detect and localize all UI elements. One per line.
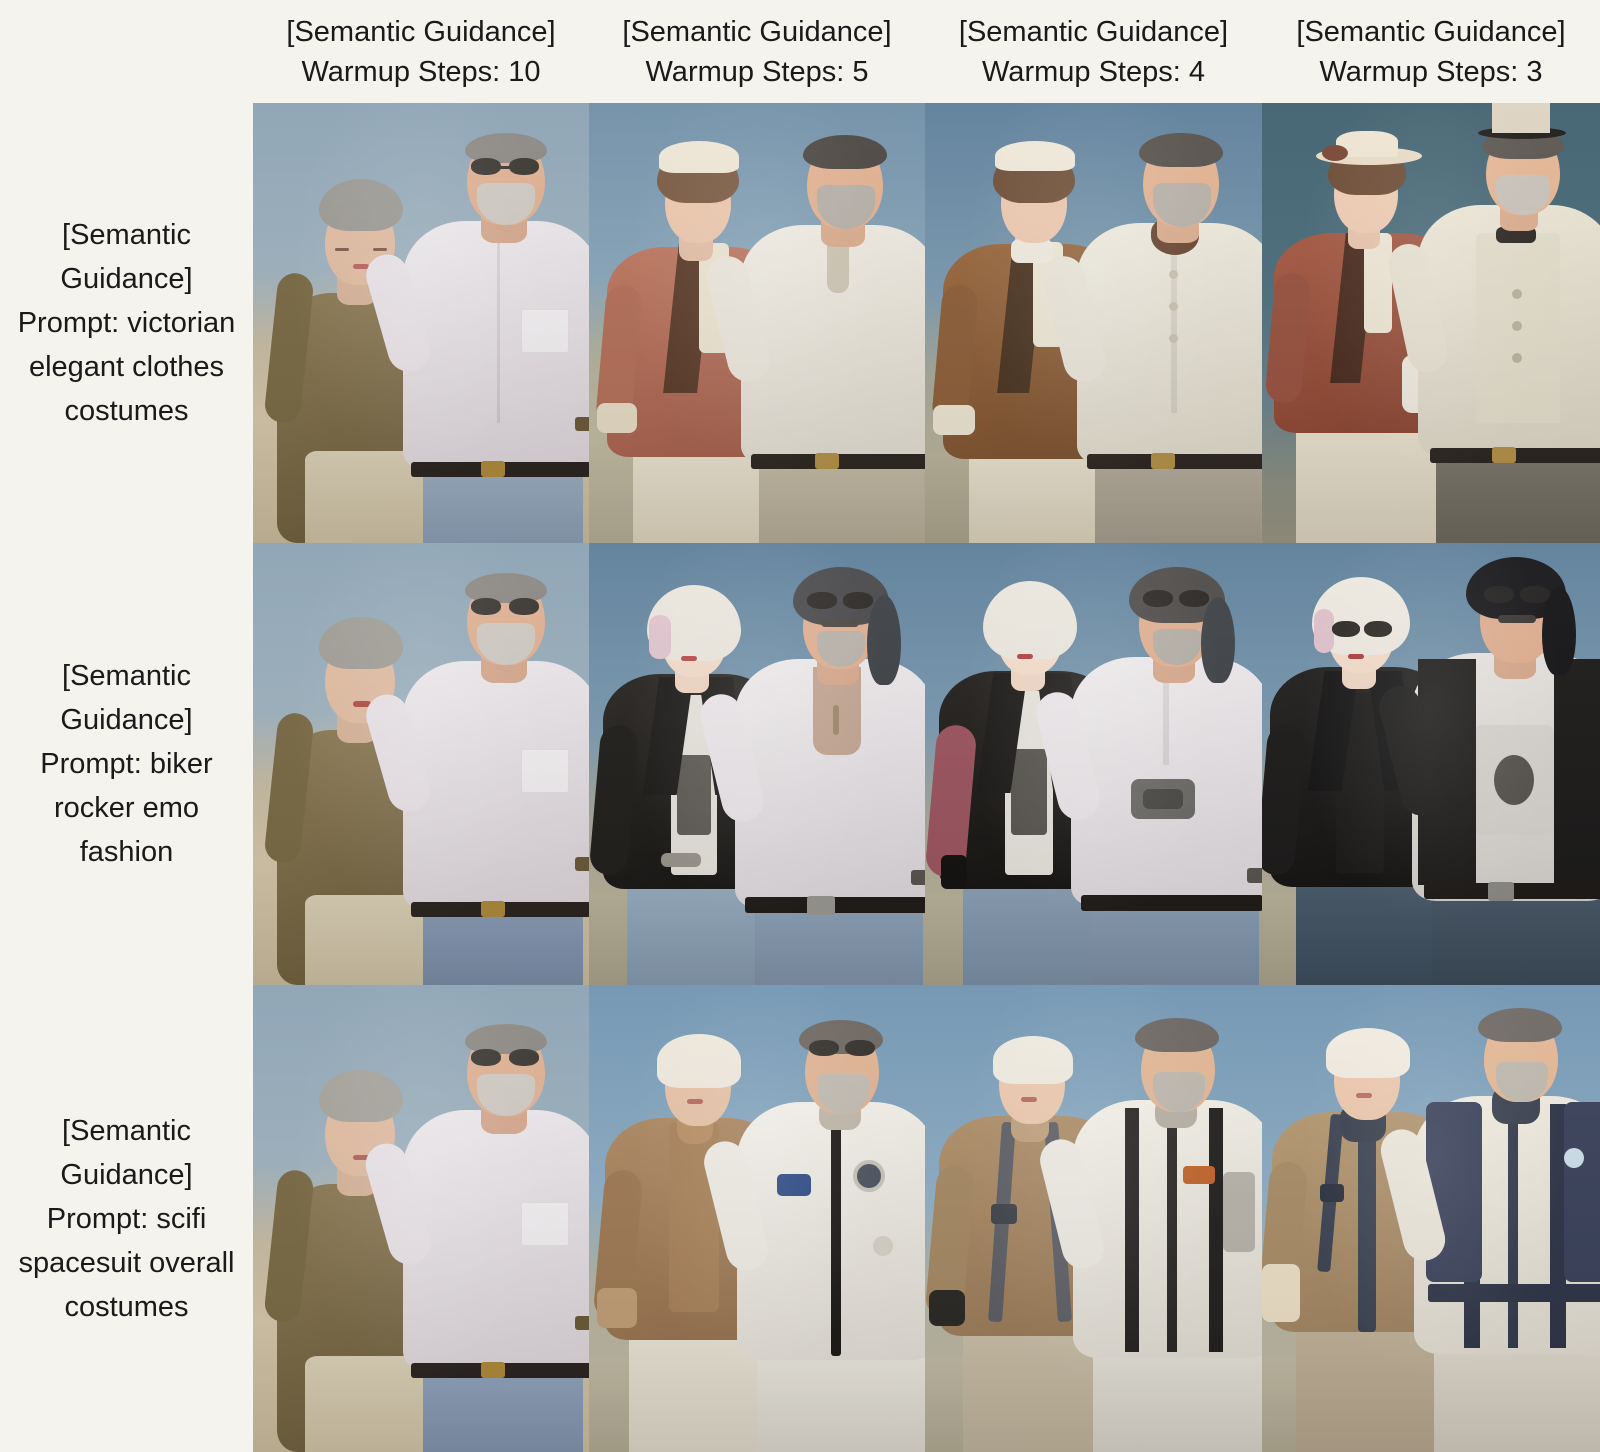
column-header-0: [Semantic Guidance] Warmup Steps: 10 (253, 0, 589, 103)
generated-image-r2c4 (1262, 543, 1600, 985)
row-label-0-line4: elegant clothes (28, 351, 225, 383)
generated-image-r1c4 (1262, 103, 1600, 543)
column-header-0-line1: [Semantic Guidance] (286, 16, 556, 48)
column-header-0-line2: Warmup Steps: 10 (301, 56, 541, 88)
column-header-1: [Semantic Guidance] Warmup Steps: 5 (589, 0, 925, 103)
row-label-0-line5: costumes (64, 395, 189, 427)
row-label-0-line2: Guidance] (60, 263, 193, 295)
generated-image-grid (253, 103, 1600, 1452)
semantic-guidance-figure: [Semantic Guidance] Warmup Steps: 10 [Se… (0, 0, 1600, 1452)
row-label-0: [Semantic Guidance] Prompt: victorian el… (0, 103, 253, 543)
generated-image-r2c1 (253, 543, 589, 985)
row-label-1: [Semantic Guidance] Prompt: biker rocker… (0, 543, 253, 985)
generated-image-r2c2 (589, 543, 925, 985)
column-header-1-line1: [Semantic Guidance] (622, 16, 892, 48)
column-header-2-line2: Warmup Steps: 4 (982, 56, 1205, 88)
generated-image-r1c1 (253, 103, 589, 543)
row-label-2: [Semantic Guidance] Prompt: scifi spaces… (0, 985, 253, 1452)
row-label-1-line3: Prompt: biker (40, 748, 213, 780)
generated-image-r1c3 (925, 103, 1262, 543)
row-label-0-line3: Prompt: victorian (17, 307, 236, 339)
row-label-2-line4: spacesuit overall (18, 1246, 235, 1279)
generated-image-r3c3 (925, 985, 1262, 1452)
generated-image-r3c4 (1262, 985, 1600, 1452)
row-label-1-line1: [Semantic (62, 660, 191, 692)
generated-image-r1c2 (589, 103, 925, 543)
column-header-3: [Semantic Guidance] Warmup Steps: 3 (1262, 0, 1600, 103)
column-header-2-line1: [Semantic Guidance] (958, 16, 1229, 48)
column-header-3-line2: Warmup Steps: 3 (1319, 56, 1543, 88)
generated-image-r3c1 (253, 985, 589, 1452)
row-label-2-line3: Prompt: scifi (46, 1202, 207, 1235)
row-label-2-line5: costumes (64, 1290, 189, 1323)
row-label-2-line2: Guidance] (60, 1158, 193, 1191)
column-header-2: [Semantic Guidance] Warmup Steps: 4 (925, 0, 1262, 103)
row-label-0-line1: [Semantic (62, 219, 191, 251)
row-label-column: [Semantic Guidance] Prompt: victorian el… (0, 103, 253, 1452)
row-label-1-line5: fashion (79, 836, 174, 868)
generated-image-r3c2 (589, 985, 925, 1452)
generated-image-r2c3 (925, 543, 1262, 985)
row-label-1-line2: Guidance] (60, 704, 193, 736)
row-label-1-line4: rocker emo (53, 792, 200, 824)
row-label-2-line1: [Semantic (62, 1114, 191, 1147)
column-header-3-line1: [Semantic Guidance] (1296, 16, 1566, 48)
column-header-1-line2: Warmup Steps: 5 (645, 56, 869, 88)
column-header-row: [Semantic Guidance] Warmup Steps: 10 [Se… (253, 0, 1600, 103)
